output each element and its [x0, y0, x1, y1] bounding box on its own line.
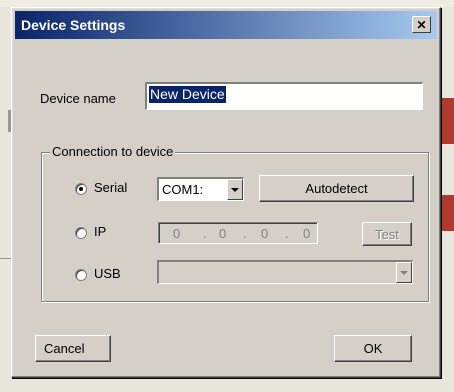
background-window-top: [0, 0, 454, 7]
serial-label[interactable]: Serial: [94, 180, 127, 195]
chevron-down-icon: [400, 270, 408, 275]
background-red-marker-bottom: [441, 195, 454, 231]
chevron-down-icon: [231, 187, 239, 192]
test-button[interactable]: Test: [362, 222, 412, 246]
device-name-input[interactable]: New Device: [145, 82, 423, 110]
cancel-button-label: Cancel: [44, 341, 85, 356]
device-settings-dialog: Device Settings ✕ Device name New Device…: [11, 7, 441, 378]
usb-device-select[interactable]: [157, 260, 413, 284]
ok-button[interactable]: OK: [334, 335, 412, 362]
device-name-label: Device name: [40, 91, 116, 106]
usb-radio[interactable]: [75, 269, 87, 281]
ok-button-label: OK: [363, 341, 383, 356]
close-button[interactable]: ✕: [412, 16, 431, 33]
ip-octet-2: 0: [219, 226, 227, 241]
test-button-label: Test: [375, 226, 399, 242]
ip-radio[interactable]: [75, 227, 87, 239]
cancel-button[interactable]: Cancel: [35, 335, 111, 362]
autodetect-button[interactable]: Autodetect: [259, 175, 414, 202]
com-port-select[interactable]: COM1:: [157, 177, 244, 201]
ip-address-field[interactable]: 0 . 0 . 0 . 0: [158, 222, 318, 244]
ip-label[interactable]: IP: [94, 224, 106, 239]
window-title: Device Settings: [21, 17, 126, 33]
ip-dot-2: .: [243, 226, 247, 241]
connection-group-caption: Connection to device: [50, 144, 176, 159]
com-port-value: COM1:: [162, 182, 204, 197]
ip-octet-4: 0: [303, 226, 311, 241]
serial-radio-dot: [79, 187, 83, 191]
usb-label[interactable]: USB: [94, 266, 121, 281]
ip-octet-1: 0: [173, 226, 181, 241]
background-rule: [0, 258, 11, 259]
autodetect-button-label: Autodetect: [305, 181, 368, 196]
com-port-dropdown-button[interactable]: [227, 179, 243, 200]
ip-dot-1: .: [203, 226, 207, 241]
usb-dropdown-button[interactable]: [396, 262, 412, 283]
background-red-marker-top: [441, 98, 454, 144]
title-bar[interactable]: Device Settings ✕: [15, 11, 437, 39]
ip-dot-3: .: [285, 226, 289, 241]
close-icon: ✕: [416, 17, 427, 32]
ip-octet-3: 0: [261, 226, 269, 241]
serial-radio[interactable]: [75, 183, 87, 195]
device-name-value: New Device: [149, 86, 226, 103]
